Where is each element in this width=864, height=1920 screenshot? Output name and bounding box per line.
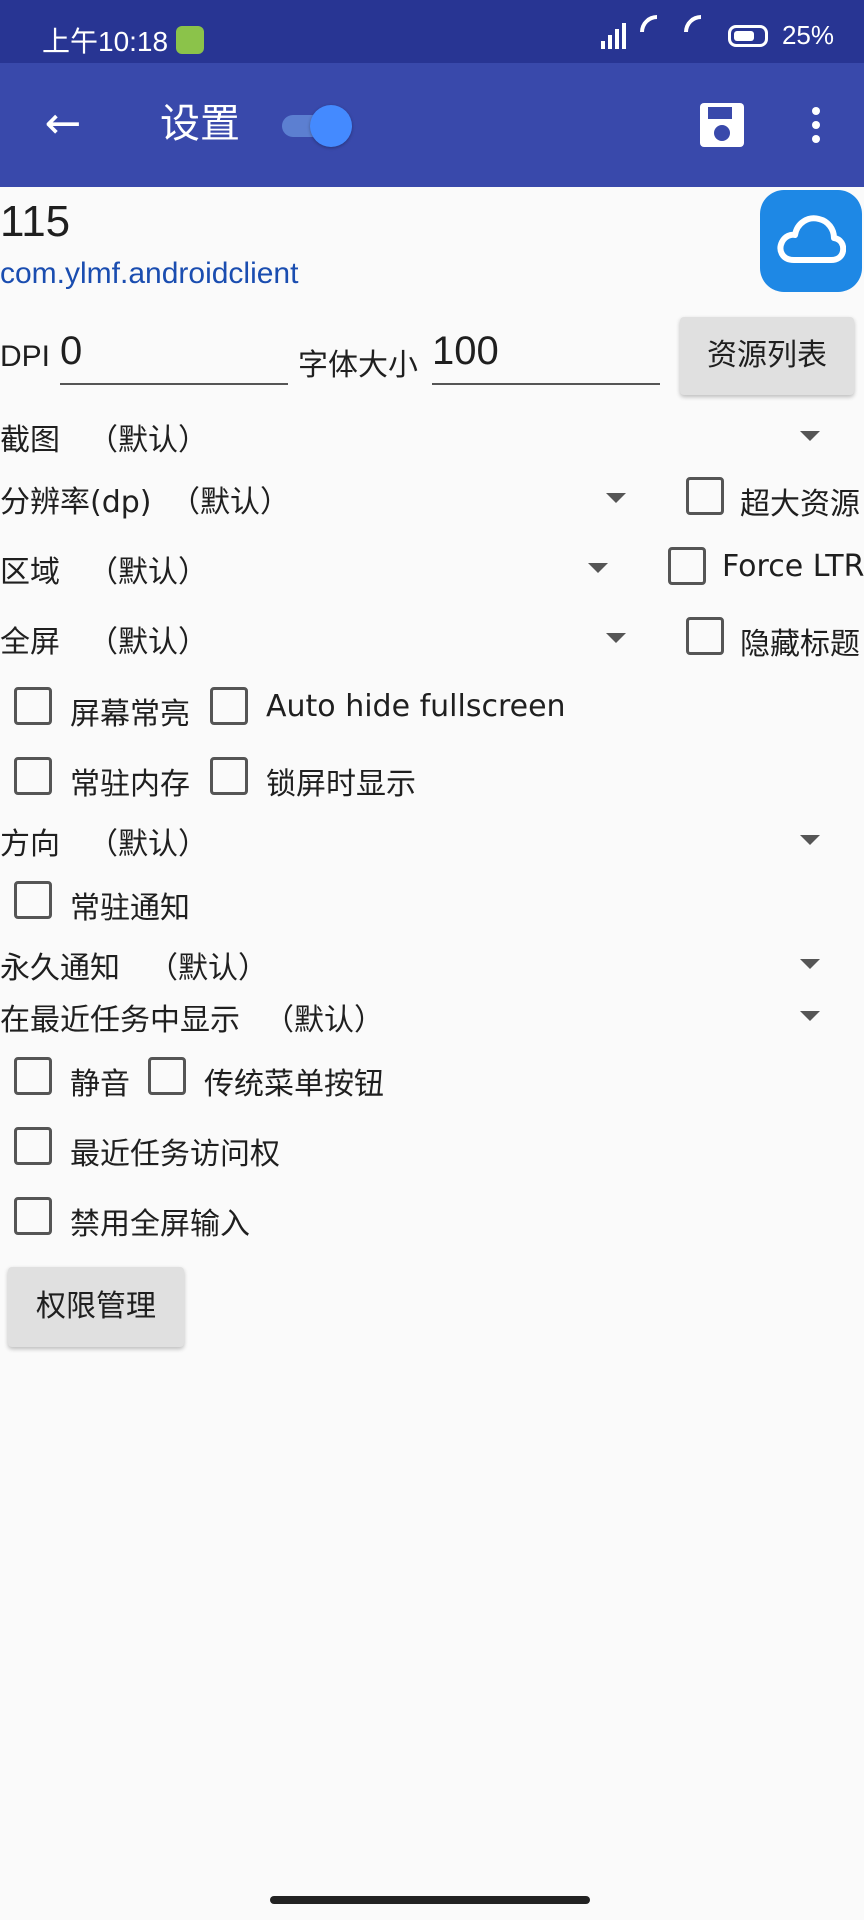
dpi-value: 0 bbox=[60, 329, 83, 373]
wifi-icon bbox=[640, 23, 670, 49]
mute-checkbox[interactable] bbox=[14, 1057, 52, 1095]
auto-hide-fullscreen-checkbox[interactable] bbox=[210, 687, 248, 725]
signal-icon bbox=[600, 22, 626, 49]
chevron-down-icon bbox=[606, 493, 626, 503]
cloud-icon bbox=[760, 190, 862, 292]
save-icon[interactable] bbox=[700, 103, 744, 147]
permanent-notification-value: （默认） bbox=[148, 951, 268, 986]
legacy-menu-button-checkbox[interactable] bbox=[148, 1057, 186, 1095]
font-size-value: 100 bbox=[432, 329, 499, 373]
battery-percent: 25% bbox=[781, 20, 834, 50]
permanent-notification-label: 永久通知 bbox=[0, 951, 120, 986]
keep-screen-on-label: 屏幕常亮 bbox=[70, 697, 190, 732]
force-ltr-label: Force LTR bbox=[722, 549, 864, 584]
auto-hide-fullscreen-label: Auto hide fullscreen bbox=[266, 689, 566, 724]
status-icons: 25% bbox=[600, 20, 834, 51]
hide-title-label: 隐藏标题 bbox=[740, 627, 860, 662]
hide-title-checkbox[interactable] bbox=[686, 617, 724, 655]
screenshot-label: 截图 bbox=[0, 423, 60, 458]
gesture-nav-bar[interactable] bbox=[270, 1896, 590, 1904]
more-vert-icon[interactable] bbox=[804, 103, 828, 147]
dpi-label: DPI bbox=[0, 340, 51, 373]
resource-list-button[interactable]: 资源列表 bbox=[680, 317, 854, 395]
recents-access-label: 最近任务访问权 bbox=[70, 1137, 280, 1172]
orientation-label: 方向 bbox=[0, 827, 60, 862]
resident-memory-checkbox[interactable] bbox=[14, 757, 52, 795]
resident-memory-label: 常驻内存 bbox=[70, 767, 190, 802]
region-label: 区域 bbox=[0, 555, 60, 590]
force-ltr-checkbox[interactable] bbox=[668, 547, 706, 585]
permissions-button[interactable]: 权限管理 bbox=[8, 1267, 184, 1347]
app-toolbar: ← 设置 bbox=[0, 63, 864, 187]
resolution-value: （默认） bbox=[170, 485, 290, 520]
status-bar: 上午10:18 25% bbox=[0, 0, 864, 63]
resolution-label: 分辨率(dp) bbox=[0, 485, 152, 520]
show-on-lock-screen-checkbox[interactable] bbox=[210, 757, 248, 795]
show-in-recents-value: （默认） bbox=[264, 1003, 384, 1038]
legacy-menu-button-label: 传统菜单按钮 bbox=[204, 1067, 384, 1102]
keep-screen-on-checkbox[interactable] bbox=[14, 687, 52, 725]
status-time: 上午10:18 bbox=[42, 26, 169, 57]
arrow-back-icon[interactable]: ← bbox=[38, 99, 88, 149]
chevron-down-icon bbox=[800, 1011, 820, 1021]
chevron-down-icon bbox=[800, 835, 820, 845]
wifi-icon-2 bbox=[684, 23, 714, 49]
toggle-thumb bbox=[310, 105, 352, 147]
persistent-notification-label: 常驻通知 bbox=[70, 891, 190, 926]
font-size-label: 字体大小 bbox=[298, 349, 418, 382]
show-in-recents-label: 在最近任务中显示 bbox=[0, 1003, 240, 1038]
recents-access-checkbox[interactable] bbox=[14, 1127, 52, 1165]
region-value: （默认） bbox=[88, 555, 208, 590]
chevron-down-icon bbox=[800, 959, 820, 969]
chevron-down-icon bbox=[800, 431, 820, 441]
persistent-notification-checkbox[interactable] bbox=[14, 881, 52, 919]
battery-icon bbox=[727, 24, 768, 47]
enable-toggle[interactable] bbox=[282, 105, 352, 147]
font-size-input[interactable]: 100 bbox=[432, 325, 660, 385]
chevron-down-icon bbox=[588, 563, 608, 573]
disable-fullscreen-input-checkbox[interactable] bbox=[14, 1197, 52, 1235]
disable-fullscreen-input-label: 禁用全屏输入 bbox=[70, 1207, 250, 1242]
chevron-down-icon bbox=[606, 633, 626, 643]
mute-label: 静音 bbox=[70, 1067, 130, 1102]
orientation-value: （默认） bbox=[88, 827, 208, 862]
screenshot-value: （默认） bbox=[88, 423, 208, 458]
app-package: com.ylmf.androidclient bbox=[0, 257, 299, 290]
fullscreen-value: （默认） bbox=[88, 625, 208, 660]
fullscreen-label: 全屏 bbox=[0, 625, 60, 660]
large-resources-checkbox[interactable] bbox=[686, 477, 724, 515]
toolbar-title: 设置 bbox=[160, 101, 240, 147]
notification-app-icon bbox=[176, 26, 204, 54]
app-name: 115 bbox=[0, 197, 71, 246]
large-resources-label: 超大资源 bbox=[740, 487, 860, 522]
show-on-lock-screen-label: 锁屏时显示 bbox=[266, 767, 416, 802]
dpi-input[interactable]: 0 bbox=[60, 325, 288, 385]
